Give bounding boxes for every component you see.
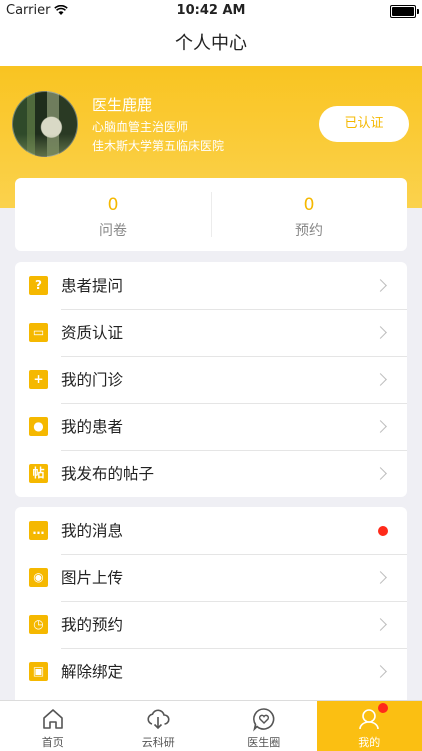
stat-label: 问卷 — [15, 222, 211, 240]
heart-chat-icon — [251, 706, 277, 732]
tab-doctor-circle[interactable]: 医生圈 — [211, 701, 317, 751]
menu-item-label: 资质认证 — [61, 323, 123, 343]
chevron-right-icon — [374, 279, 387, 292]
menu-item-label: 我的患者 — [61, 417, 123, 437]
tab-cloud-research[interactable]: 云科研 — [106, 701, 212, 751]
menu-item-label: 我的预约 — [61, 615, 123, 635]
menu-item-label: 我的消息 — [61, 521, 123, 541]
battery-icon — [390, 5, 416, 18]
chevron-right-icon — [374, 373, 387, 386]
page-title: 个人中心 — [175, 33, 247, 54]
tab-label: 医生圈 — [211, 734, 317, 750]
cloud-download-icon — [145, 706, 171, 732]
clinic-icon: + — [29, 370, 48, 389]
chevron-right-icon — [374, 326, 387, 339]
lock-icon: ▣ — [29, 662, 48, 681]
chevron-right-icon — [374, 665, 387, 678]
menu-item-qualification[interactable]: ▭ 资质认证 — [15, 309, 407, 356]
camera-icon: ◉ — [29, 568, 48, 587]
post-icon: 帖 — [29, 464, 48, 483]
menu-item-label: 我的门诊 — [61, 370, 123, 390]
stat-appointment[interactable]: 0 预约 — [211, 178, 407, 251]
status-time: 10:42 AM — [0, 3, 422, 18]
menu-item-patient-questions[interactable]: ? 患者提问 — [15, 262, 407, 309]
tab-label: 首页 — [0, 734, 106, 750]
message-icon: … — [29, 521, 48, 540]
patients-icon: ● — [29, 417, 48, 436]
menu-item-my-posts[interactable]: 帖 我发布的帖子 — [15, 450, 407, 497]
menu-item-my-appointments[interactable]: ◷ 我的预约 — [15, 601, 407, 648]
avatar[interactable] — [12, 91, 78, 157]
menu-item-unbind[interactable]: ▣ 解除绑定 — [15, 648, 407, 695]
stat-value: 0 — [211, 195, 407, 215]
nav-bar: 个人中心 — [0, 22, 422, 66]
doctor-hospital: 佳木斯大学第五临床医院 — [92, 137, 224, 154]
menu-item-my-patients[interactable]: ● 我的患者 — [15, 403, 407, 450]
menu-item-my-clinic[interactable]: + 我的门诊 — [15, 356, 407, 403]
stat-value: 0 — [15, 195, 211, 215]
stat-label: 预约 — [211, 222, 407, 240]
tab-mine[interactable]: 我的 — [317, 701, 422, 751]
tab-bar: 首页 云科研 医生圈 我的 — [0, 700, 422, 751]
menu-item-label: 解除绑定 — [61, 662, 123, 682]
stat-questionnaire[interactable]: 0 问卷 — [15, 178, 211, 251]
tab-label: 我的 — [317, 734, 422, 750]
chevron-right-icon — [374, 420, 387, 433]
verified-button[interactable]: 已认证 — [319, 106, 409, 142]
question-icon: ? — [29, 276, 48, 295]
unread-dot — [378, 526, 388, 536]
notification-badge — [378, 703, 388, 713]
clock-icon: ◷ — [29, 615, 48, 634]
chevron-right-icon — [374, 618, 387, 631]
doctor-name: 医生鹿鹿 — [92, 94, 152, 115]
home-icon — [40, 706, 66, 732]
menu-group-secondary: … 我的消息 ◉ 图片上传 ◷ 我的预约 ▣ 解除绑定 — [15, 507, 407, 700]
doctor-title: 心脑血管主治医师 — [92, 118, 188, 135]
menu-item-label: 我发布的帖子 — [61, 464, 154, 484]
menu-item-label: 图片上传 — [61, 568, 123, 588]
tab-label: 云科研 — [106, 734, 212, 750]
menu-item-label: 患者提问 — [61, 276, 123, 296]
stats-card: 0 问卷 0 预约 — [15, 178, 407, 251]
chevron-right-icon — [374, 467, 387, 480]
tab-home[interactable]: 首页 — [0, 701, 106, 751]
status-bar: Carrier 10:42 AM — [0, 0, 422, 22]
menu-item-my-messages[interactable]: … 我的消息 — [15, 507, 407, 554]
menu-item-photo-upload[interactable]: ◉ 图片上传 — [15, 554, 407, 601]
chevron-right-icon — [374, 571, 387, 584]
id-card-icon: ▭ — [29, 323, 48, 342]
menu-group-primary: ? 患者提问 ▭ 资质认证 + 我的门诊 ● 我的患者 帖 我发布的帖子 — [15, 262, 407, 497]
